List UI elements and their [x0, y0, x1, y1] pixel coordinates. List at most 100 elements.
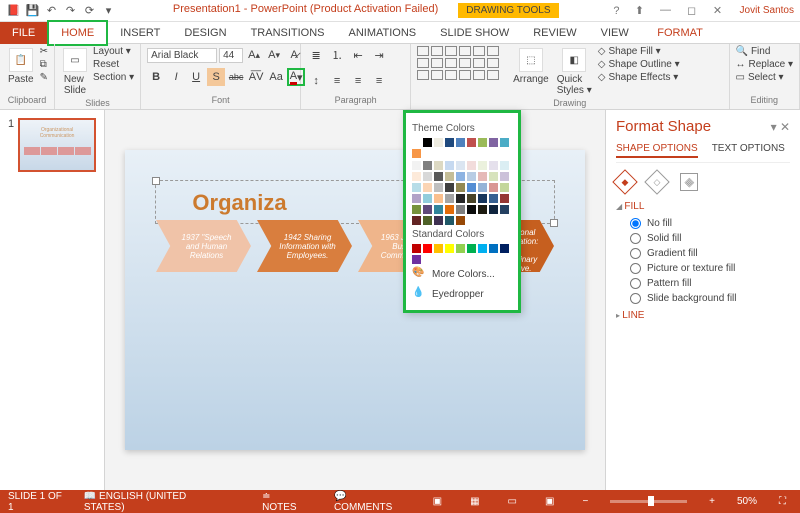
replace-button[interactable]: ↔ Replace ▾ [736, 59, 794, 70]
color-swatch[interactable] [489, 183, 498, 192]
color-swatch[interactable] [478, 194, 487, 203]
color-swatch[interactable] [423, 244, 432, 253]
color-swatch[interactable] [423, 205, 432, 214]
increase-indent-button[interactable]: ⇥ [370, 46, 388, 64]
shapes-gallery[interactable] [417, 46, 507, 80]
ribbon-display-icon[interactable]: ⬆ [628, 4, 652, 17]
italic-button[interactable]: I [167, 68, 185, 86]
color-swatch[interactable] [467, 172, 476, 181]
color-swatch[interactable] [456, 205, 465, 214]
more-colors-button[interactable]: 🎨More Colors... [412, 264, 512, 284]
text-shadow-button[interactable]: S [207, 68, 225, 86]
new-slide-button[interactable]: ▭New Slide [61, 46, 89, 98]
color-swatch[interactable] [434, 161, 443, 170]
color-swatch[interactable] [412, 194, 421, 203]
slide-bg-fill-radio[interactable]: Slide background fill [630, 293, 790, 304]
color-swatch[interactable] [423, 194, 432, 203]
color-swatch[interactable] [478, 138, 487, 147]
color-swatch[interactable] [434, 183, 443, 192]
tab-file[interactable]: FILE [0, 22, 47, 44]
paste-button[interactable]: 📋Paste [6, 46, 36, 87]
save-icon[interactable]: 💾 [25, 3, 40, 18]
help-icon[interactable]: ? [609, 5, 623, 17]
color-swatch[interactable] [445, 205, 454, 214]
color-swatch[interactable] [423, 161, 432, 170]
fill-line-icon[interactable]: ◆ [612, 169, 637, 194]
maximize-icon[interactable]: ◻ [680, 4, 704, 17]
tab-view[interactable]: VIEW [589, 22, 641, 44]
tab-home[interactable]: HOME [47, 20, 108, 46]
line-section-header[interactable]: LINE [616, 310, 790, 321]
color-swatch[interactable] [412, 205, 421, 214]
color-swatch[interactable] [412, 244, 421, 253]
tab-slideshow[interactable]: SLIDE SHOW [428, 22, 521, 44]
fit-to-window-icon[interactable]: ⛶ [773, 496, 792, 507]
color-swatch[interactable] [500, 244, 509, 253]
tab-insert[interactable]: INSERT [108, 22, 172, 44]
normal-view-icon[interactable]: ▣ [427, 496, 448, 507]
minimize-icon[interactable]: — [654, 4, 678, 17]
shape-fill-button[interactable]: ◇ Shape Fill ▾ [598, 46, 680, 57]
quick-styles-button[interactable]: ◧Quick Styles ▾ [555, 46, 594, 98]
copy-button[interactable]: ⧉ [40, 59, 48, 70]
color-swatch[interactable] [423, 172, 432, 181]
zoom-in-button[interactable]: + [703, 496, 721, 507]
color-swatch[interactable] [445, 161, 454, 170]
shape-options-tab[interactable]: SHAPE OPTIONS [616, 143, 698, 158]
color-swatch[interactable] [434, 244, 443, 253]
line-spacing-button[interactable]: ↕ [307, 72, 325, 90]
eyedropper-button[interactable]: 💧Eyedropper [412, 284, 512, 304]
color-swatch[interactable] [478, 172, 487, 181]
color-swatch[interactable] [445, 244, 454, 253]
color-swatch[interactable] [500, 161, 509, 170]
color-swatch[interactable] [478, 244, 487, 253]
color-swatch[interactable] [456, 244, 465, 253]
gradient-fill-radio[interactable]: Gradient fill [630, 248, 790, 259]
color-swatch[interactable] [467, 194, 476, 203]
color-swatch[interactable] [500, 194, 509, 203]
slide-indicator[interactable]: SLIDE 1 OF 1 [8, 491, 68, 513]
color-swatch[interactable] [478, 161, 487, 170]
undo-icon[interactable]: ↶ [44, 3, 59, 18]
shape-effects-button[interactable]: ◇ Shape Effects ▾ [598, 72, 680, 83]
select-button[interactable]: ▭ Select ▾ [736, 72, 794, 83]
no-fill-radio[interactable]: No fill [630, 218, 790, 229]
zoom-level[interactable]: 50% [737, 496, 757, 507]
color-swatch[interactable] [489, 194, 498, 203]
color-swatch[interactable] [467, 161, 476, 170]
color-swatch[interactable] [456, 194, 465, 203]
underline-button[interactable]: U [187, 68, 205, 86]
bullets-button[interactable]: ≣ [307, 46, 325, 64]
color-swatch[interactable] [445, 194, 454, 203]
slide-thumbnail[interactable]: Organizational Communication [18, 118, 96, 172]
language-indicator[interactable]: 📖 ENGLISH (UNITED STATES) [84, 491, 224, 513]
section-button[interactable]: Section ▾ [93, 72, 134, 83]
tab-transitions[interactable]: TRANSITIONS [239, 22, 337, 44]
shape-outline-button[interactable]: ◇ Shape Outline ▾ [598, 59, 680, 70]
color-swatch[interactable] [445, 183, 454, 192]
color-swatch[interactable] [456, 161, 465, 170]
color-swatch[interactable] [445, 216, 454, 225]
effects-icon[interactable]: ◇ [644, 169, 669, 194]
color-swatch[interactable] [467, 244, 476, 253]
color-swatch[interactable] [489, 138, 498, 147]
character-spacing-button[interactable]: A͞V [247, 68, 265, 86]
color-swatch[interactable] [412, 255, 421, 264]
zoom-out-button[interactable]: − [576, 496, 594, 507]
color-swatch[interactable] [434, 205, 443, 214]
color-swatch[interactable] [412, 216, 421, 225]
color-swatch[interactable] [423, 138, 432, 147]
close-icon[interactable]: ✕ [706, 4, 730, 17]
reading-view-icon[interactable]: ▭ [502, 496, 523, 507]
grow-font-button[interactable]: A▴ [245, 46, 263, 64]
color-swatch[interactable] [423, 183, 432, 192]
pane-menu-icon[interactable]: ▾ [771, 120, 777, 134]
cut-button[interactable]: ✂ [40, 46, 48, 57]
tab-design[interactable]: DESIGN [172, 22, 238, 44]
solid-fill-radio[interactable]: Solid fill [630, 233, 790, 244]
find-button[interactable]: 🔍 Find [736, 46, 794, 57]
color-swatch[interactable] [423, 216, 432, 225]
redo-icon[interactable]: ↷ [63, 3, 78, 18]
color-swatch[interactable] [456, 172, 465, 181]
color-swatch[interactable] [478, 183, 487, 192]
